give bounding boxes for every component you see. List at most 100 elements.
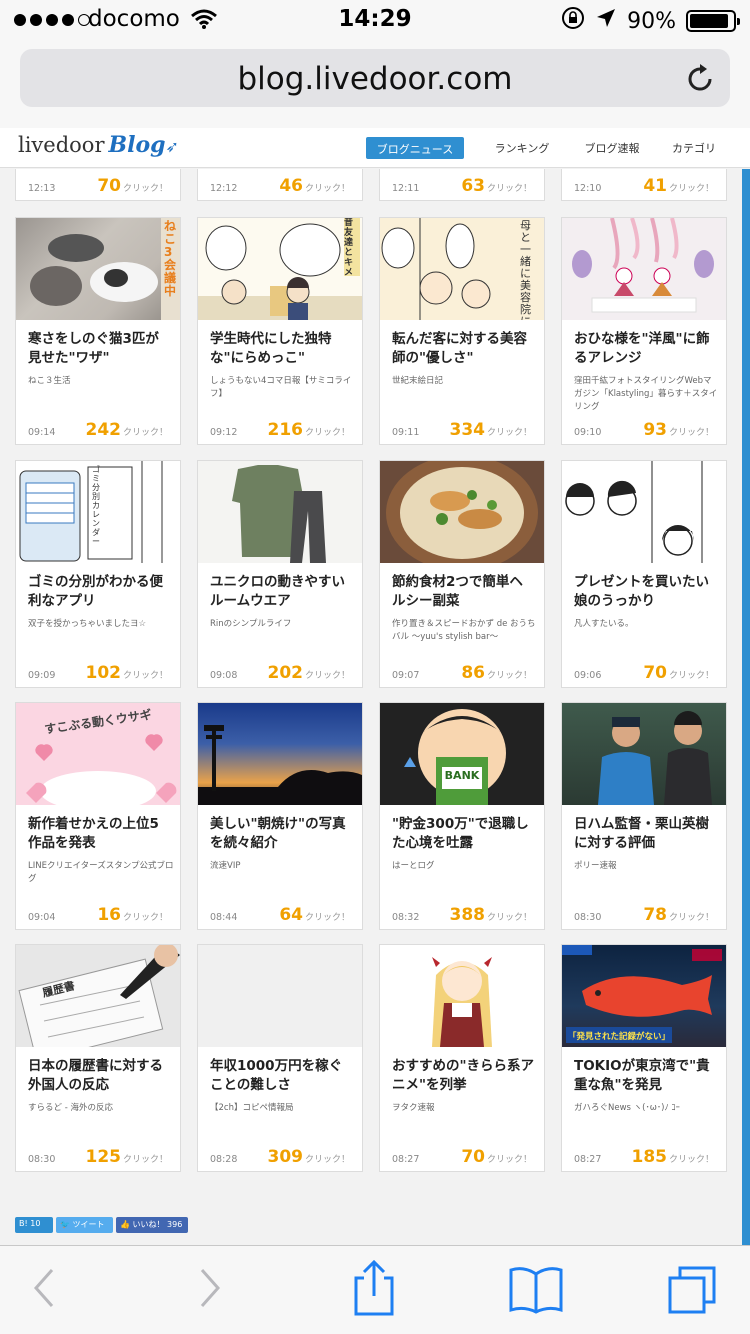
news-card[interactable]: 12:10 41 クリック！ <box>561 169 727 201</box>
article-title[interactable]: 節約食材2つで簡単ヘルシー副菜 <box>392 573 536 611</box>
click-label: クリック！ <box>122 184 168 194</box>
card-time: 08:27 <box>392 1154 420 1165</box>
article-source: 凡人すたいる。 <box>574 619 634 629</box>
card-thumbnail: 「発見された記録がない」 <box>562 945 726 1047</box>
article-source: ヲタク速報 <box>392 1103 435 1113</box>
click-label: クリック！ <box>122 913 168 923</box>
news-card[interactable]: 母と一緒に美容院に来た 転んだ客に対する美容師の"優しさ" 世紀末絵日記 09:… <box>379 217 545 445</box>
article-title[interactable]: 寒さをしのぐ猫3匹が見せた"ワザ" <box>28 330 172 368</box>
click-count: 70 クリック！ <box>643 663 714 683</box>
article-title[interactable]: 新作着せかえの上位5作品を発表 <box>28 815 172 853</box>
article-source: 【2ch】コピペ情報局 <box>210 1103 294 1113</box>
card-time: 09:04 <box>28 912 56 923</box>
news-card[interactable]: 「発見された記録がない」 TOKIOが東京湾で"貴重な魚"を発見 ガハろぐNew… <box>561 944 727 1172</box>
article-title[interactable]: 日本の履歴書に対する外国人の反応 <box>28 1057 172 1095</box>
rotation-lock-icon <box>561 6 585 36</box>
click-number: 242 <box>85 420 121 440</box>
address-bar[interactable]: blog.livedoor.com <box>20 49 730 107</box>
facebook-like-button[interactable]: 👍 いいね！ 396 <box>116 1217 188 1233</box>
share-icon[interactable] <box>352 1259 396 1320</box>
news-card[interactable]: プレゼントを買いたい娘のうっかり 凡人すたいる。 09:06 70 クリック！ <box>561 460 727 688</box>
news-card[interactable]: 12:12 46 クリック！ <box>197 169 363 201</box>
browser-chrome: blog.livedoor.com <box>0 40 750 128</box>
card-thumbnail: ゴミ分別カレンダー <box>16 461 180 563</box>
article-title[interactable]: TOKIOが東京湾で"貴重な魚"を発見 <box>574 1057 718 1095</box>
news-card[interactable]: 年収1000万円を稼ぐことの難しさ 【2ch】コピペ情報局 08:28 309 ク… <box>197 944 363 1172</box>
card-time: 12:10 <box>574 183 602 194</box>
article-title[interactable]: ゴミの分別がわかる便利なアプリ <box>28 573 172 611</box>
back-arrow-icon[interactable] <box>30 1264 58 1316</box>
click-label: クリック！ <box>304 671 350 681</box>
card-time: 09:10 <box>574 427 602 438</box>
click-label: クリック！ <box>668 671 714 681</box>
tab-blog-news[interactable]: ブログニュース <box>366 137 464 159</box>
tweet-button[interactable]: 🐦 ツイート <box>56 1217 113 1233</box>
article-title[interactable]: ユニクロの動きやすいルームウエア <box>210 573 354 611</box>
url-text[interactable]: blog.livedoor.com <box>20 61 730 97</box>
news-card[interactable]: おひな様を"洋風"に飾るアレンジ 窪田千紘フォトスタイリングWebマガジン「Kl… <box>561 217 727 445</box>
click-number: 102 <box>85 663 121 683</box>
click-count: 46 クリック！ <box>279 176 350 196</box>
news-card[interactable]: 12:13 70 クリック！ <box>15 169 181 201</box>
logo-blog-text: Blog <box>108 132 166 158</box>
click-number: 86 <box>461 663 485 683</box>
card-time: 09:08 <box>210 670 238 681</box>
news-card[interactable]: すこぶる動くウサギ 新作着せかえの上位5作品を発表 LINEクリエイターズスタン… <box>15 702 181 930</box>
bookmarks-icon[interactable] <box>508 1266 564 1318</box>
thumbnail-caption: ゴミ分別カレンダー <box>92 465 100 546</box>
article-title[interactable]: おすすめの"きらら系アニメ"を列挙 <box>392 1057 536 1095</box>
hatena-bookmark-button[interactable]: B! 10 <box>15 1217 53 1233</box>
tab-blog-flash[interactable]: ブログ速報 <box>579 136 645 160</box>
card-time: 09:07 <box>392 670 420 681</box>
thumbs-up-icon: 👍 <box>120 1220 130 1229</box>
tab-category[interactable]: カテゴリ <box>669 136 719 160</box>
click-label: クリック！ <box>668 913 714 923</box>
article-title[interactable]: 学生時代にした独特な"にらめっこ" <box>210 330 354 368</box>
click-number: 93 <box>643 420 667 440</box>
article-title[interactable]: "貯金300万"で退職した心境を吐露 <box>392 815 536 853</box>
article-title[interactable]: 日ハム監督・栗山英樹に対する評価 <box>574 815 718 853</box>
news-card[interactable]: 履歴書 日本の履歴書に対する外国人の反応 すらるど - 海外の反応 08:30 … <box>15 944 181 1172</box>
news-card[interactable]: ねこ3会議中 寒さをしのぐ猫3匹が見せた"ワザ" ねこ３生活 09:14 242… <box>15 217 181 445</box>
thumbnail-caption: 昔友達とキメ顔にらめっこしようよ。 <box>344 218 360 276</box>
click-count: 388 クリック！ <box>449 905 532 925</box>
click-number: 78 <box>643 905 667 925</box>
click-count: 125 クリック！ <box>85 1147 168 1167</box>
card-time: 12:12 <box>210 183 238 194</box>
card-thumbnail <box>198 461 362 563</box>
article-title[interactable]: プレゼントを買いたい娘のうっかり <box>574 573 718 611</box>
click-count: 64 クリック！ <box>279 905 350 925</box>
card-thumbnail: すこぶる動くウサギ <box>16 703 180 805</box>
click-count: 216 クリック！ <box>267 420 350 440</box>
article-title[interactable]: 年収1000万円を稼ぐことの難しさ <box>210 1057 354 1095</box>
news-card[interactable]: おすすめの"きらら系アニメ"を列挙 ヲタク速報 08:27 70 クリック！ <box>379 944 545 1172</box>
card-thumbnail: 母と一緒に美容院に来た <box>380 218 544 320</box>
news-card[interactable]: 日ハム監督・栗山英樹に対する評価 ポリー速報 08:30 78 クリック！ <box>561 702 727 930</box>
article-title[interactable]: 美しい"朝焼け"の写真を続々紹介 <box>210 815 354 853</box>
reload-icon[interactable] <box>686 61 716 97</box>
card-time: 12:13 <box>28 183 56 194</box>
news-card[interactable]: ユニクロの動きやすいルームウエア Rinのシンプルライフ 09:08 202 クリ… <box>197 460 363 688</box>
news-card[interactable]: 昔友達とキメ顔にらめっこしようよ。 学生時代にした独特な"にらめっこ" しょうも… <box>197 217 363 445</box>
site-header: livedoor Blog➶ ブログニュース ランキング ブログ速報 カテゴリ <box>0 128 750 168</box>
tab-ranking[interactable]: ランキング <box>490 136 554 160</box>
click-number: 63 <box>461 176 485 196</box>
click-count: 78 クリック！ <box>643 905 714 925</box>
click-label: クリック！ <box>304 184 350 194</box>
article-title[interactable]: おひな様を"洋風"に飾るアレンジ <box>574 330 718 368</box>
click-number: 202 <box>267 663 303 683</box>
card-time: 08:32 <box>392 912 420 923</box>
article-source: ガハろぐNews ヽ(･ω･)ﾉ ｺｰ <box>574 1103 680 1113</box>
tabs-icon[interactable] <box>666 1264 720 1320</box>
forward-arrow-icon[interactable] <box>196 1264 224 1316</box>
news-card[interactable]: ゴミ分別カレンダー ゴミの分別がわかる便利なアプリ 双子を授かっちゃいましたヨ☆… <box>15 460 181 688</box>
news-card[interactable]: BANK "貯金300万"で退職した心境を吐露 はーとログ 08:32 388 ク… <box>379 702 545 930</box>
article-title[interactable]: 転んだ客に対する美容師の"優しさ" <box>392 330 536 368</box>
news-card[interactable]: 節約食材2つで簡単ヘルシー副菜 作り置き＆スピードおかず de おうちバル 〜y… <box>379 460 545 688</box>
livedoor-blog-logo[interactable]: livedoor Blog➶ <box>18 132 179 158</box>
click-label: クリック！ <box>122 428 168 438</box>
thumbnail-caption: 母と一緒に美容院に来た <box>520 219 531 321</box>
click-label: クリック！ <box>122 1155 168 1165</box>
news-card[interactable]: 美しい"朝焼け"の写真を続々紹介 流速VIP 08:44 64 クリック！ <box>197 702 363 930</box>
news-card[interactable]: 12:11 63 クリック！ <box>379 169 545 201</box>
